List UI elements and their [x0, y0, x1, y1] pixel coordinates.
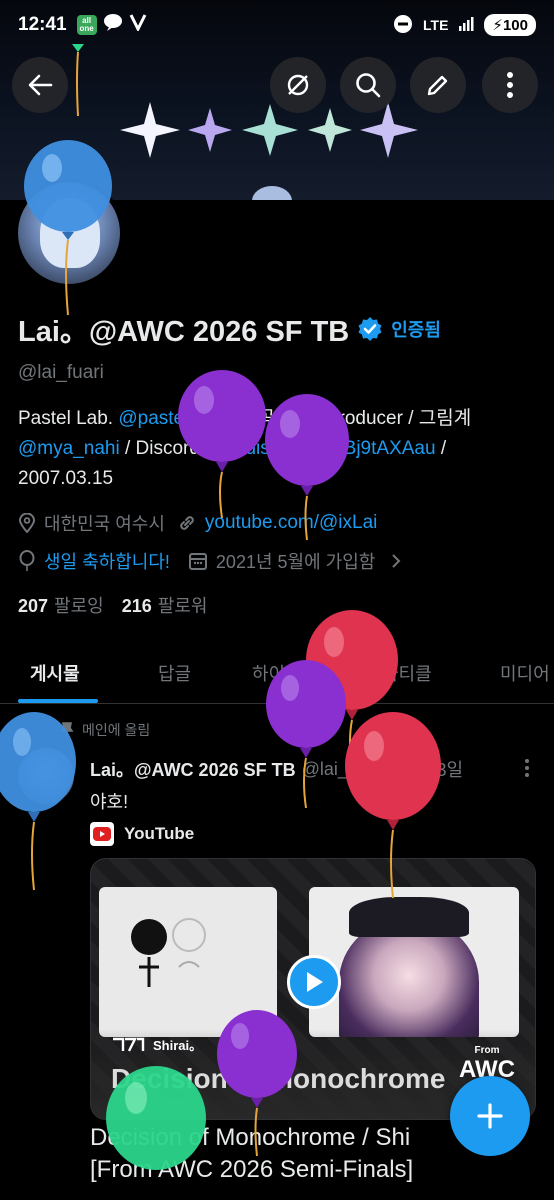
- back-arrow-icon: [28, 74, 53, 96]
- app-badge-icon: all one: [76, 15, 97, 35]
- bio-discord-link[interactable]: discord.gg/fBj9tAXAau: [245, 438, 435, 459]
- profile-display-name: Lai。@AWC 2026 SF TB: [18, 316, 350, 348]
- location-pin-icon: [18, 513, 36, 533]
- bio-line-2: @mya_nahi / Discord 서버 discord.gg/fBj9tA…: [18, 434, 538, 464]
- profile-location: 대한민국 여수시: [44, 514, 165, 534]
- play-icon: [307, 972, 323, 992]
- dnd-icon: [393, 14, 413, 37]
- more-options-button[interactable]: [482, 57, 538, 113]
- no-filter-icon: [287, 74, 309, 96]
- following-label: 팔로잉: [54, 596, 104, 616]
- edit-button[interactable]: [410, 57, 466, 113]
- search-icon: [356, 73, 381, 98]
- card-brand-name: Shirai。: [153, 1038, 203, 1053]
- character-hat: [349, 897, 469, 937]
- profile-joined-date: 2021년 5월에 가입함: [215, 552, 376, 572]
- card-caption-line-1: Decision of Monochrome / Shi: [90, 1124, 411, 1151]
- status-bar: 12:41 all one LTE ⚡100: [0, 0, 554, 50]
- back-button[interactable]: [12, 57, 68, 113]
- pinned-indicator: 메인에 올림: [60, 720, 150, 740]
- network-type: LTE: [423, 17, 449, 33]
- profile-avatar[interactable]: [14, 178, 124, 288]
- card-source-name: YouTube: [124, 824, 195, 843]
- bio-mention-pastel-lab[interactable]: @pastel_lab: [118, 408, 224, 429]
- search-button[interactable]: [340, 57, 396, 113]
- bio-text: / 작곡해요 / Producer / 그림계: [224, 408, 472, 429]
- tab-articles[interactable]: 아티클: [382, 660, 432, 686]
- card-from-label: From: [474, 1045, 500, 1056]
- battery-level: 100: [502, 17, 528, 34]
- play-button[interactable]: [287, 955, 341, 1009]
- pinned-label: 메인에 올림: [82, 722, 151, 738]
- no-filter-button[interactable]: [270, 57, 326, 113]
- tweet-more-button[interactable]: [524, 758, 530, 784]
- card-thumbnail-left: [99, 887, 277, 1037]
- bio-mention-mya-nahi[interactable]: @mya_nahi: [18, 438, 120, 459]
- bio-text: Pastel Lab.: [18, 408, 119, 429]
- pin-icon: [60, 722, 74, 737]
- status-time: 12:41: [18, 14, 67, 35]
- followers-link[interactable]: 216 팔로워: [122, 592, 208, 618]
- tab-posts[interactable]: 게시물: [30, 660, 80, 686]
- balloon-icon: [19, 550, 35, 571]
- following-link[interactable]: 207 팔로잉: [18, 592, 104, 618]
- status-notification-icons: all one: [76, 13, 149, 37]
- bio-text: / Discord 서버: [119, 438, 246, 459]
- card-brand: Shirai。: [111, 1035, 202, 1054]
- signal-bars-icon: [458, 16, 474, 35]
- banner-character: [252, 186, 292, 200]
- profile-name-row: Lai。@AWC 2026 SF TB 인증됨: [18, 308, 441, 350]
- following-count: 207: [18, 596, 49, 616]
- profile-handle: @lai_fuari: [18, 362, 104, 383]
- tweet-date: · 02월 13일: [373, 760, 464, 780]
- more-vertical-icon: [507, 72, 513, 98]
- status-system-icons: LTE ⚡100: [393, 14, 536, 37]
- profile-meta-row-2: 생일 축하합니다! 2021년 5월에 가입함: [18, 548, 403, 574]
- plus-icon: [477, 1103, 503, 1129]
- active-tab-indicator: [18, 699, 98, 703]
- tweet-author-name[interactable]: Lai。@AWC 2026 SF TB: [90, 756, 296, 782]
- bio-text: /: [435, 438, 447, 459]
- bio-line-3: 2007.03.15: [18, 468, 114, 489]
- chibi-figures-illustration: [131, 918, 206, 987]
- calendar-icon: [188, 553, 207, 570]
- link-icon: [180, 516, 194, 530]
- chat-icon: [103, 13, 123, 37]
- profile-meta-row-1: 대한민국 여수시 youtube.com/@ixLai: [18, 510, 377, 536]
- followers-label: 팔로워: [157, 596, 208, 616]
- signal-v-icon: [129, 13, 149, 37]
- tab-replies[interactable]: 답글: [158, 660, 191, 686]
- chevron-right-icon[interactable]: [389, 553, 403, 569]
- youtube-logo-icon: [90, 822, 114, 846]
- avatar-hair: [40, 198, 100, 268]
- tab-media[interactable]: 미디어: [500, 660, 550, 686]
- card-title-overlay: Decision of Monochrome: [111, 1063, 446, 1094]
- more-vertical-icon: [525, 759, 529, 777]
- follow-stats: 207 팔로잉 216 팔로워: [18, 592, 207, 618]
- profile-website-link[interactable]: youtube.com/@ixLai: [205, 512, 377, 534]
- card-caption-line-2: [From AWC 2026 Semi-Finals]: [90, 1156, 414, 1183]
- bio-line-1: Pastel Lab. @pastel_lab / 작곡해요 / Produce…: [18, 404, 538, 434]
- battery-indicator: ⚡100: [484, 14, 536, 36]
- verified-label[interactable]: 인증됨: [391, 316, 441, 342]
- tweet-text: 야호!: [90, 792, 129, 812]
- profile-bio: Pastel Lab. @pastel_lab / 작곡해요 / Produce…: [18, 404, 538, 494]
- compose-button[interactable]: [450, 1076, 530, 1156]
- tab-highlights[interactable]: 하이라이트: [252, 660, 335, 686]
- birthday-message[interactable]: 생일 축하합니다!: [44, 548, 170, 574]
- edit-pencil-icon: [427, 75, 448, 96]
- card-source[interactable]: YouTube: [90, 822, 194, 846]
- tweet-header: Lai。@AWC 2026 SF TB @lai_f... · 02월 13일: [90, 756, 540, 782]
- verified-badge-icon[interactable]: [357, 316, 383, 342]
- card-caption[interactable]: Decision of Monochrome / Shi [From AWC 2…: [90, 1122, 413, 1186]
- tweet-author-avatar[interactable]: [18, 748, 74, 804]
- tweet-author-handle[interactable]: @lai_f...: [302, 759, 368, 780]
- profile-tabs: 게시물 답글 하이라이트 아티클 미디어: [0, 640, 554, 704]
- followers-count: 216: [121, 596, 152, 616]
- card-thumbnail-right: [309, 887, 519, 1037]
- brand-logo-icon: [113, 1037, 145, 1052]
